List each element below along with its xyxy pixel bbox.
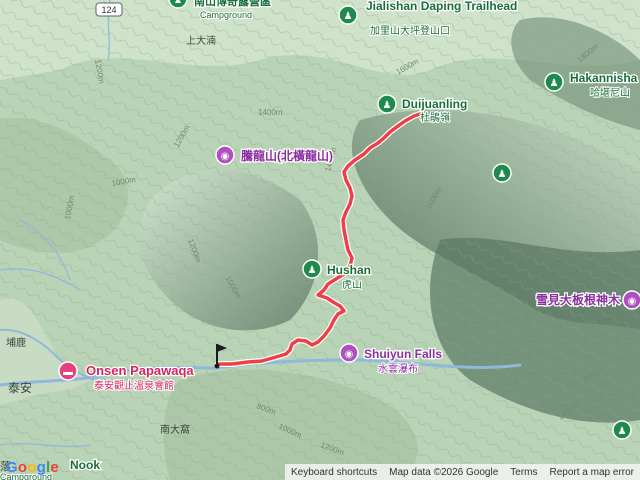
hiker-icon: ♟	[498, 169, 507, 180]
camera-icon: ◉	[221, 151, 230, 162]
campground-icon: ▲	[173, 0, 183, 6]
poi-sublabel: 杜鵑嶺	[420, 111, 450, 124]
poi-label: Jialishan Daping Trailhead	[366, 0, 517, 13]
terms-link[interactable]: Terms	[504, 467, 543, 478]
camera-icon: ◉	[628, 296, 637, 307]
poi-label: Hakannisha	[570, 71, 638, 85]
place-label: 南大窩	[160, 423, 190, 436]
poi-label: Duijuanling	[402, 97, 467, 111]
report-error-link[interactable]: Report a map error	[544, 467, 640, 478]
poi-sublabel: 虎山	[342, 279, 362, 291]
hiker-icon: ♟	[344, 11, 353, 22]
poi-sublabel: 泰安觀止溫泉會館	[94, 379, 174, 392]
map-canvas[interactable]: 124 1400m 1600m 1200m 1000m 1000m 1800m …	[0, 0, 640, 480]
map-data-text: Map data ©2026 Google	[389, 466, 499, 478]
poi-label: Onsen Papawaqa	[86, 363, 194, 378]
poi-label: Shuiyun Falls	[364, 347, 442, 361]
poi-label: Nook	[70, 458, 100, 472]
poi-label: Hushan	[327, 263, 371, 277]
poi-label: 雪見大板根神木	[536, 292, 621, 307]
hiker-icon: ♟	[383, 100, 392, 111]
poi-sublabel: Campground	[200, 10, 252, 20]
place-label: 泰安	[8, 380, 32, 395]
hiker-icon: ♟	[550, 78, 559, 89]
hiker-icon: ♟	[308, 265, 317, 276]
poi-label: 南山博奇露營區	[194, 0, 271, 8]
hiker-icon: ♟	[618, 426, 627, 437]
road-shield: 124	[95, 2, 123, 17]
place-label: 上大湳	[186, 34, 216, 47]
poi-sublabel: 水雲瀑布	[378, 363, 418, 375]
google-logo: Google	[6, 459, 59, 476]
poi-label: 騰龍山(北橫龍山)	[241, 148, 333, 163]
poi-sublabel: 加里山大坪登山口	[370, 24, 450, 37]
keyboard-shortcuts-link[interactable]: Keyboard shortcuts	[285, 467, 383, 478]
camera-icon: ◉	[345, 349, 354, 360]
place-label: 埔鹿	[6, 336, 26, 349]
poi-unnamed-park-2[interactable]: ♟	[612, 420, 632, 440]
poi-unnamed-park-1[interactable]: ♟	[492, 163, 512, 183]
contour-label: 1400m	[258, 108, 283, 117]
poi-sublabel: 哈堪尼山	[590, 86, 630, 99]
attribution-bar: Keyboard shortcuts Map data ©2026 Google…	[284, 464, 640, 480]
road-shield-number: 124	[101, 5, 116, 15]
bed-icon: ▬	[63, 367, 73, 378]
